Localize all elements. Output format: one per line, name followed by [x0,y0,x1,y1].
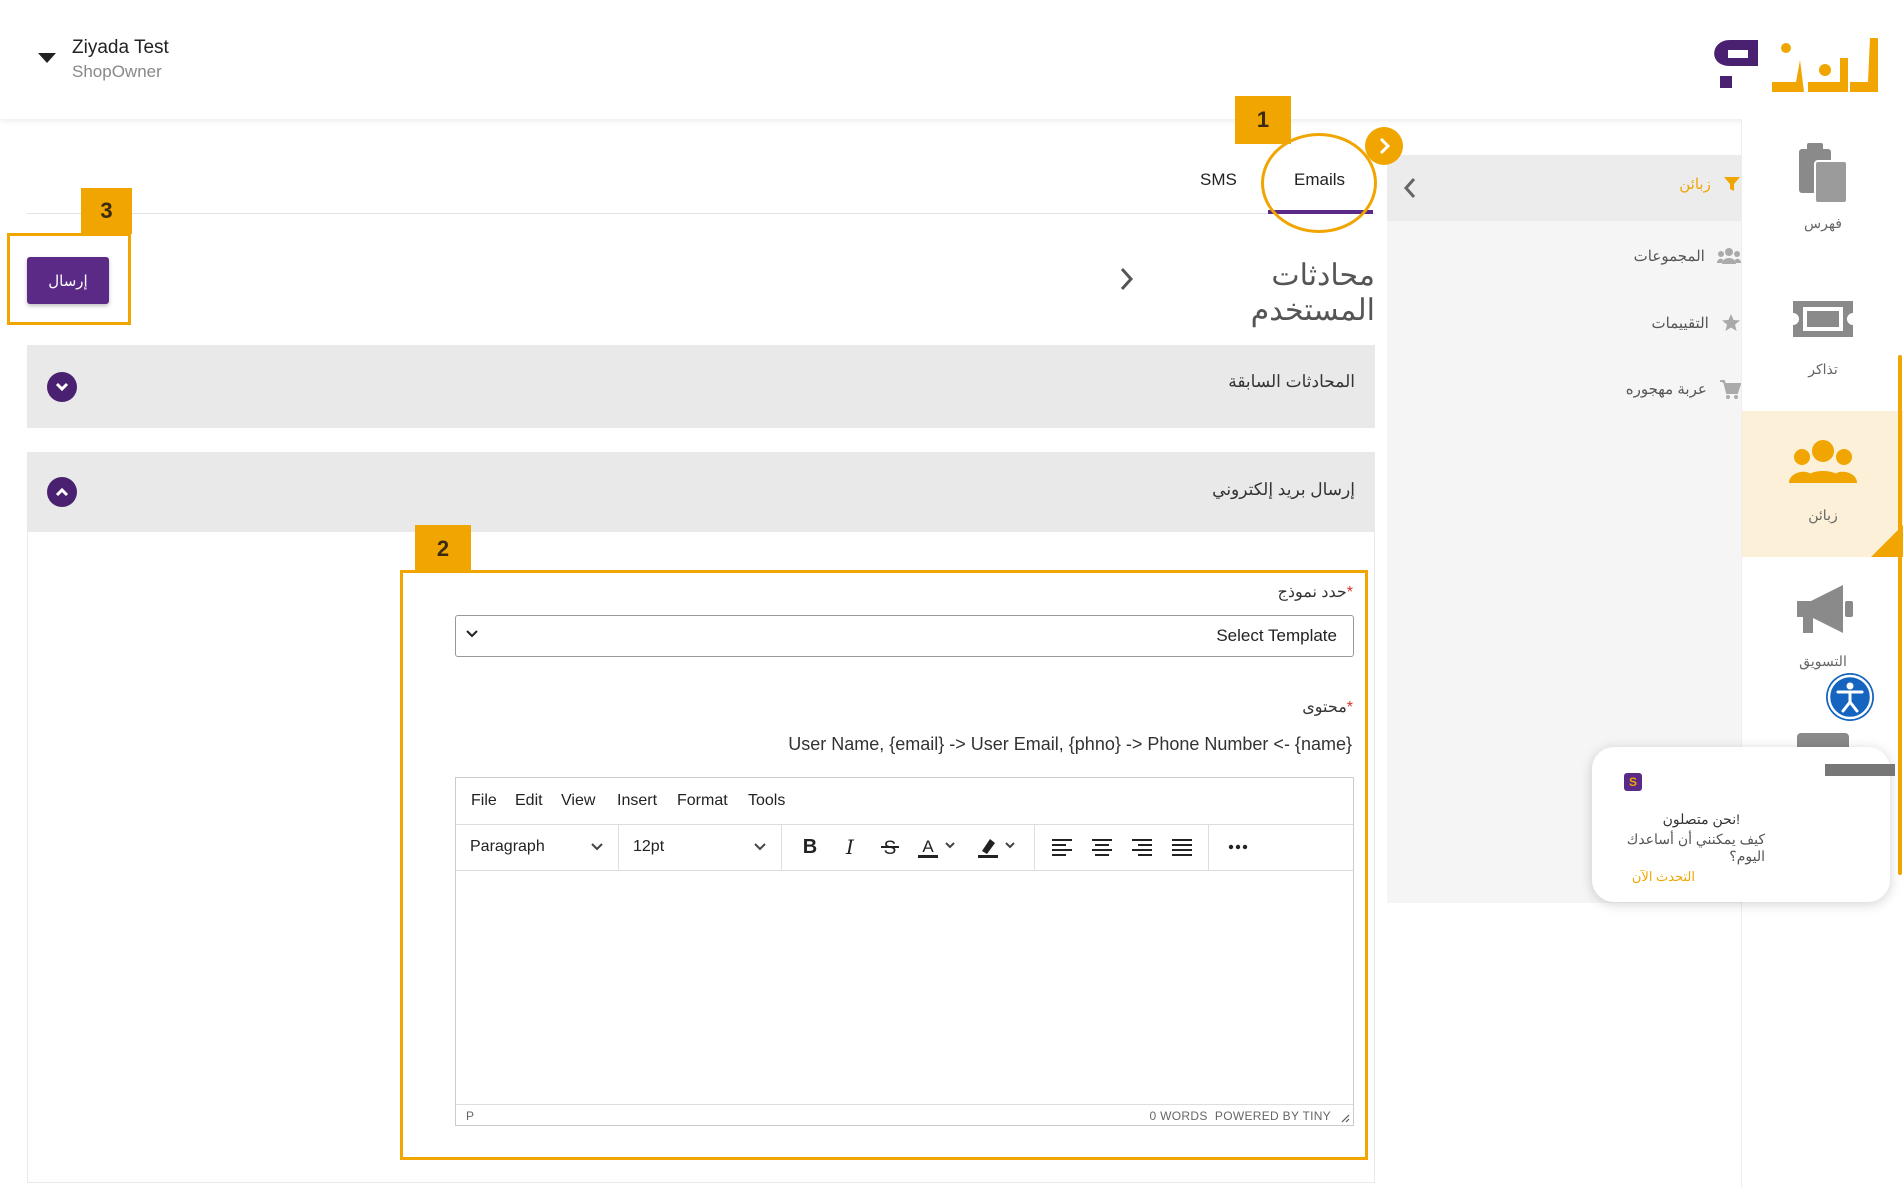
collapse-sidebar-button[interactable] [1365,127,1403,165]
submenu-header-item: زبائن [1401,175,1741,205]
accordion-previous-conversations[interactable]: المحادثات السابقة [27,345,1375,428]
chat-greeting: !نحن متصلون [1662,811,1740,827]
clipboard-icon [1799,143,1848,204]
rail-item-catalog[interactable]: فهرس [1742,119,1903,265]
chat-now-link[interactable]: التحدث الآن [1632,869,1695,885]
top-header [0,0,1903,119]
rail-item-label: زبائن [1808,507,1838,523]
annotation-box-send [7,233,131,325]
annotation-tag-1: 1 [1235,96,1291,144]
group-icon [1717,248,1741,265]
submenu-header-label: زبائن [1679,176,1711,194]
annotation-box-form [400,570,1368,1160]
users-icon [1789,440,1857,483]
chevron-left-icon[interactable] [1402,176,1418,200]
accessibility-icon [1827,674,1873,720]
accordion-title: إرسال بريد إلكتروني [1212,480,1355,499]
submenu-list: المجموعات التقييمات عربة مهجوره [1387,245,1742,445]
rail-item-label: تذاكر [1808,361,1838,377]
tabs-divider [27,213,1375,214]
annotation-circle-emails [1261,133,1377,233]
submenu-item-label: المجموعات [1633,248,1705,266]
chevron-down-icon [55,382,69,392]
accordion-send-email[interactable]: إرسال بريد إلكتروني [27,452,1375,532]
star-icon [1722,314,1740,331]
rail-item-marketing[interactable]: التسويق [1742,557,1903,703]
accessibility-button[interactable] [1826,673,1874,721]
submenu-item-label: التقييمات [1651,315,1709,332]
submenu-item-reviews[interactable]: التقييمات [1401,313,1741,343]
chat-brand-icon: S [1624,773,1642,791]
user-role: ShopOwner [72,62,162,81]
icon-rail: فهرس تذاكر زبائن التسويق [1741,119,1903,1188]
annotation-tag-2: 2 [415,525,471,573]
submenu-item-label: عربة مهجوره [1625,381,1707,398]
rail-item-label: التسويق [1799,653,1847,669]
submenu-item-abandoned-cart[interactable]: عربة مهجوره [1401,379,1742,409]
chevron-right-icon [1379,137,1391,155]
ticket-icon [1793,301,1853,337]
rail-item-tickets[interactable]: تذاكر [1742,265,1903,411]
chat-question: كيف يمكنني أن أساعدك اليوم؟ [1626,831,1765,864]
rail-item-label: فهرس [1804,215,1842,231]
chevron-right-icon[interactable] [1118,266,1136,292]
submenu-header[interactable]: زبائن [1387,155,1741,221]
page-title: محادثات المستخدم [1250,259,1375,327]
expand-button[interactable] [47,372,77,402]
cart-icon [1720,380,1742,399]
brand-logo-icon[interactable] [1700,30,1885,105]
megaphone-icon [1797,585,1853,633]
rail-scrollbar[interactable] [1898,355,1902,875]
chevron-up-icon [55,487,69,497]
annotation-tag-3: 3 [81,188,132,234]
user-name[interactable]: Ziyada Test [72,37,169,59]
funnel-icon [1724,177,1740,192]
user-menu-caret-icon[interactable] [38,53,56,63]
chat-minimize-bar[interactable] [1825,764,1895,776]
submenu-item-groups[interactable]: المجموعات [1401,247,1741,277]
tab-sms[interactable]: SMS [1200,170,1237,190]
collapse-button[interactable] [47,477,77,507]
accordion-title: المحادثات السابقة [1228,372,1355,391]
